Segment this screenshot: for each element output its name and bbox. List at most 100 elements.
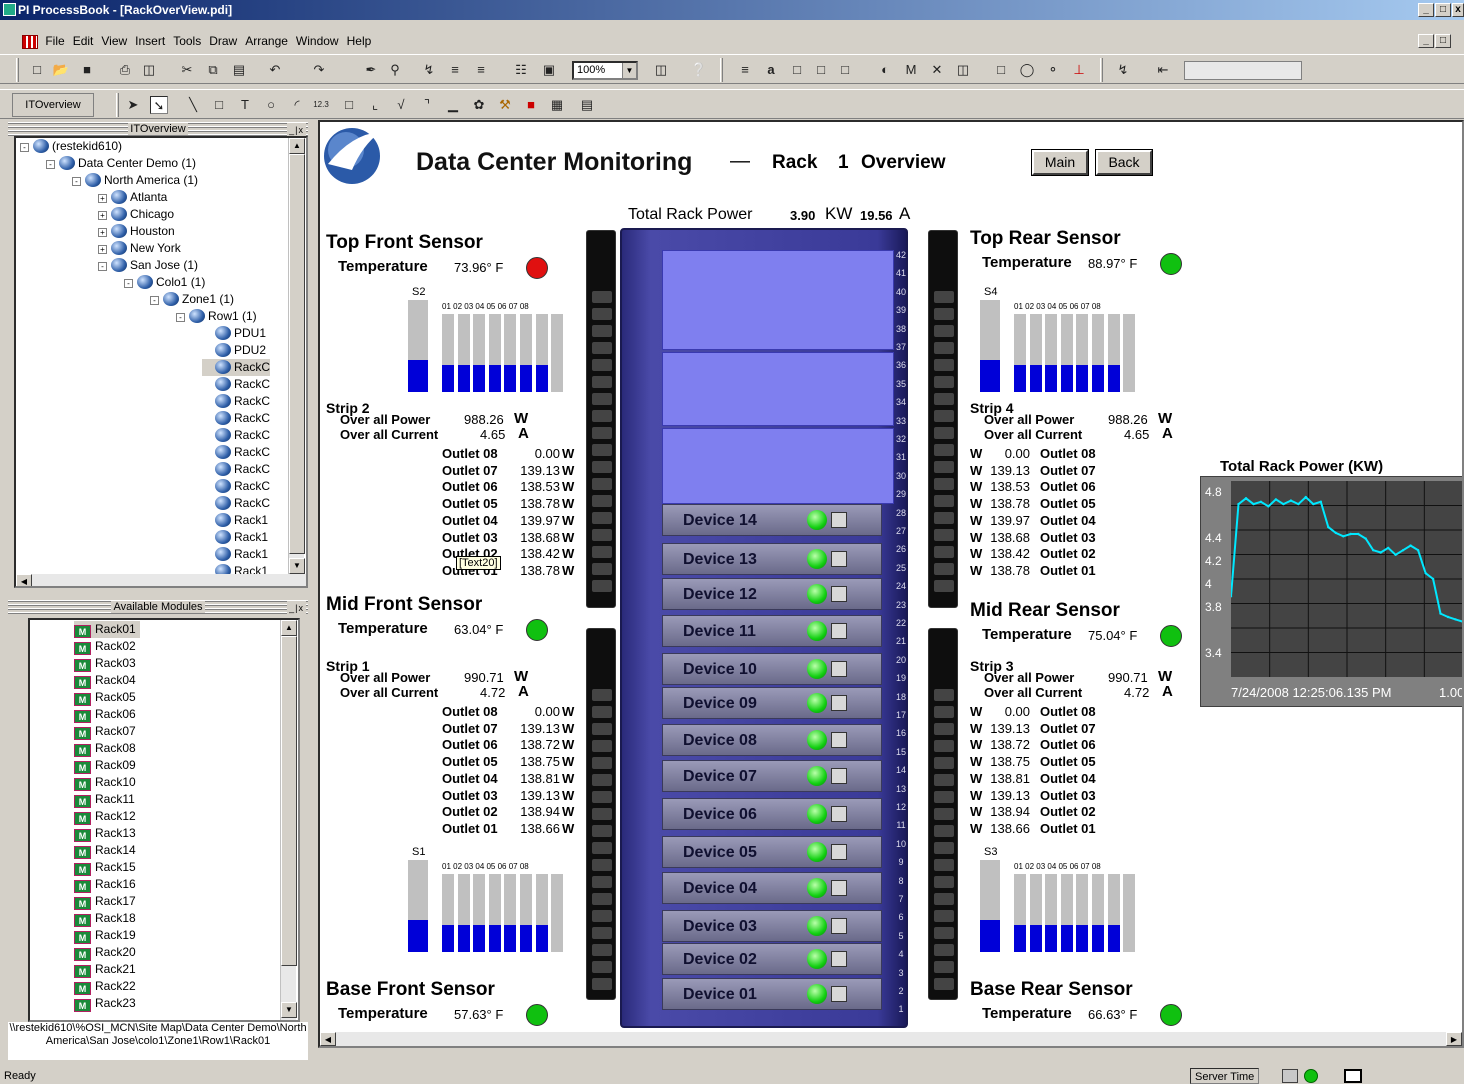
device-detail-button[interactable]: [831, 880, 847, 896]
window-icon[interactable]: ◫: [652, 61, 670, 79]
tree-item[interactable]: Rack1: [202, 529, 268, 546]
expander-icon[interactable]: -: [124, 279, 133, 288]
tree-item[interactable]: RackC: [202, 393, 270, 410]
tree-vscroll[interactable]: ▲ ▼: [288, 138, 305, 574]
copy-icon[interactable]: ⧉: [204, 61, 222, 79]
minimize-button[interactable]: _: [1418, 3, 1434, 17]
device-detail-button[interactable]: [831, 661, 847, 677]
menu-tools[interactable]: Tools: [173, 34, 201, 48]
device-1[interactable]: Device 01: [662, 978, 882, 1010]
cut-icon[interactable]: ✂: [178, 61, 196, 79]
device-11[interactable]: Device 11: [662, 615, 882, 647]
panel-buttons[interactable]: _|x: [287, 123, 306, 137]
scroll-left-icon[interactable]: ◀: [320, 1032, 336, 1046]
tool-icon-9[interactable]: ⊥: [1070, 61, 1088, 79]
device-10[interactable]: Device 10: [662, 653, 882, 685]
expander-icon[interactable]: +: [98, 194, 107, 203]
device-detail-button[interactable]: [831, 623, 847, 639]
back-button[interactable]: Back: [1095, 149, 1153, 176]
new-file-icon[interactable]: □: [28, 61, 46, 79]
module-item[interactable]: M Rack01: [74, 621, 140, 638]
module-item[interactable]: M Rack14: [74, 842, 136, 859]
tool-icon-8[interactable]: ⚬: [1044, 61, 1062, 79]
device-detail-button[interactable]: [831, 586, 847, 602]
menu-edit[interactable]: Edit: [73, 34, 94, 48]
device-12[interactable]: Device 12: [662, 578, 882, 610]
expander-icon[interactable]: +: [98, 245, 107, 254]
color-icon[interactable]: ◐: [876, 61, 894, 79]
device-9[interactable]: Device 09: [662, 687, 882, 719]
scroll-up-icon[interactable]: ▲: [281, 620, 297, 636]
module-item[interactable]: M Rack16: [74, 876, 136, 893]
device-detail-button[interactable]: [831, 986, 847, 1002]
scroll-down-icon[interactable]: ▼: [281, 1002, 297, 1018]
document-icon[interactable]: [22, 34, 38, 49]
tree-item[interactable]: + Chicago: [98, 206, 174, 223]
tree-item[interactable]: + Atlanta: [98, 189, 167, 206]
chevron-down-icon[interactable]: ▼: [622, 63, 636, 78]
undo-icon[interactable]: ↶: [266, 61, 284, 79]
module-item[interactable]: M Rack22: [74, 978, 136, 995]
tree-item[interactable]: RackC: [202, 478, 270, 495]
zoom-select[interactable]: 100% ▼: [572, 61, 638, 80]
device-13[interactable]: Device 13: [662, 543, 882, 575]
device-3[interactable]: Device 03: [662, 910, 882, 942]
tools-icon[interactable]: ⚒: [496, 96, 514, 114]
tool-icon-3[interactable]: ≡: [472, 61, 490, 79]
tool-icon-6[interactable]: □: [992, 61, 1010, 79]
device-14[interactable]: Device 14: [662, 504, 882, 536]
expander-icon[interactable]: -: [46, 160, 55, 169]
help-pointer-icon[interactable]: ❔: [690, 61, 708, 79]
text-icon[interactable]: a: [762, 61, 780, 79]
module-item[interactable]: M Rack03: [74, 655, 136, 672]
module-item[interactable]: M Rack15: [74, 859, 136, 876]
value-tool-icon[interactable]: 12.3: [312, 96, 330, 114]
find-icon[interactable]: ⚲: [386, 61, 404, 79]
menu-help[interactable]: Help: [347, 34, 372, 48]
scroll-down-icon[interactable]: ▼: [289, 558, 305, 574]
tree-item[interactable]: + Houston: [98, 223, 175, 240]
main-button[interactable]: Main: [1031, 149, 1089, 176]
delete-icon[interactable]: ✕: [928, 61, 946, 79]
calendar-tool-icon[interactable]: ▤: [578, 96, 596, 114]
tree-item[interactable]: Rack1: [202, 546, 268, 563]
tree-item[interactable]: RackC: [202, 376, 270, 393]
pointer-pen-icon[interactable]: ✒: [362, 61, 380, 79]
menu-draw[interactable]: Draw: [209, 34, 237, 48]
tree-item[interactable]: RackC: [202, 461, 270, 478]
canvas-hscroll[interactable]: ◀ ▶: [320, 1032, 1462, 1046]
module-item[interactable]: M Rack02: [74, 638, 136, 655]
module-item[interactable]: M Rack19: [74, 927, 136, 944]
device-detail-button[interactable]: [831, 918, 847, 934]
rectangle-tool-icon[interactable]: □: [210, 96, 228, 114]
tool-icon-7[interactable]: ◯: [1018, 61, 1036, 79]
close-button[interactable]: x: [1452, 3, 1464, 17]
tree-item[interactable]: RackC: [202, 410, 270, 427]
tree-item[interactable]: RackC: [202, 444, 270, 461]
tree-item[interactable]: RackC: [202, 495, 270, 512]
doc-restore-button[interactable]: □: [1435, 34, 1451, 48]
device-detail-button[interactable]: [831, 551, 847, 567]
device-detail-button[interactable]: [831, 695, 847, 711]
panel-buttons[interactable]: _|x: [287, 601, 306, 615]
device-4[interactable]: Device 04: [662, 872, 882, 904]
menu-window[interactable]: Window: [296, 34, 339, 48]
tree-item[interactable]: PDU1: [202, 325, 266, 342]
tree-item[interactable]: - Row1 (1): [176, 308, 257, 325]
itoverview-button[interactable]: ITOverview: [12, 93, 94, 117]
device-7[interactable]: Device 07: [662, 760, 882, 792]
tree-item[interactable]: - San Jose (1): [98, 257, 198, 274]
device-detail-button[interactable]: [831, 951, 847, 967]
tree-hscroll[interactable]: ◀: [16, 574, 306, 586]
module-item[interactable]: M Rack18: [74, 910, 136, 927]
print-preview-icon[interactable]: ◫: [140, 61, 158, 79]
expander-icon[interactable]: -: [72, 177, 81, 186]
module-item[interactable]: M Rack12: [74, 808, 136, 825]
device-detail-button[interactable]: [831, 806, 847, 822]
step-tool-icon[interactable]: ⌝: [418, 96, 436, 114]
device-detail-button[interactable]: [831, 844, 847, 860]
bar-tool-icon[interactable]: □: [340, 96, 358, 114]
trend-color-icon[interactable]: ■: [522, 96, 540, 114]
tree-item[interactable]: + New York: [98, 240, 181, 257]
scroll-left-icon[interactable]: ◀: [16, 574, 32, 586]
